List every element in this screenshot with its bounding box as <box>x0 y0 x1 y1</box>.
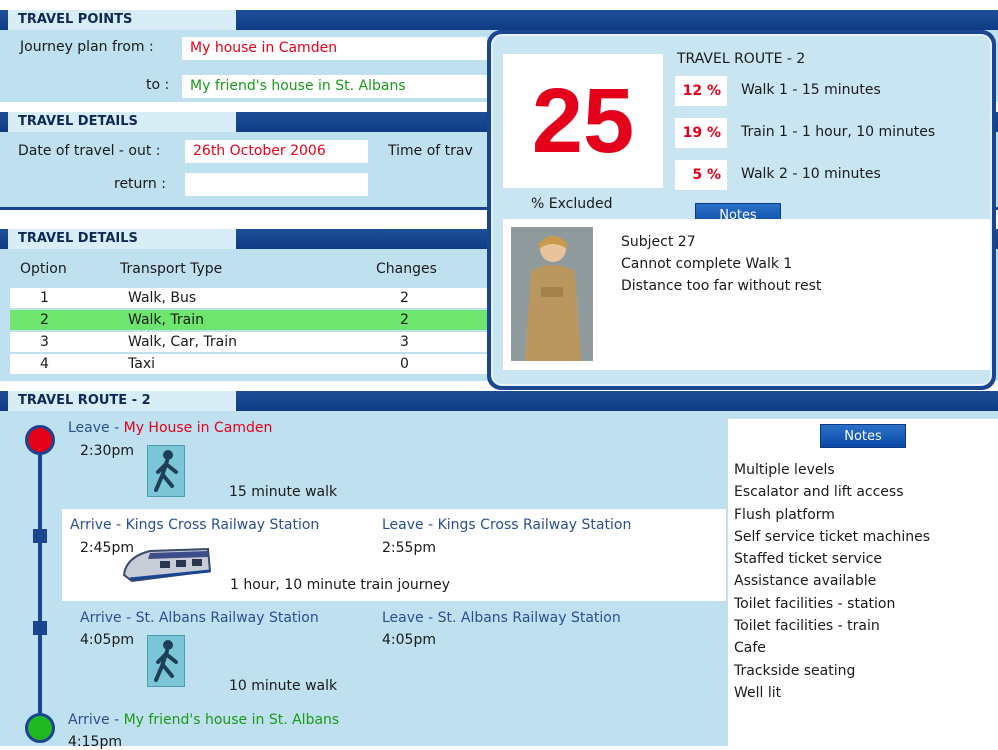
list-item: Assistance available <box>734 573 877 590</box>
list-item: Multiple levels <box>734 462 835 478</box>
row-type: Walk, Train <box>128 312 205 328</box>
arrive-st-albans: Arrive - St. Albans Railway Station <box>80 610 319 626</box>
walking-person-icon <box>147 635 185 687</box>
date-out-field[interactable]: 26th October 2006 <box>185 140 368 163</box>
options-title: TRAVEL DETAILS <box>8 229 236 249</box>
subject-line: Distance too far without rest <box>621 278 822 294</box>
station-notes-button[interactable]: Notes <box>820 424 906 448</box>
train-icon <box>120 541 216 587</box>
station-notes-list: Multiple levels Escalator and lift acces… <box>734 459 930 704</box>
col-header-changes: Changes <box>376 261 437 277</box>
row-type: Walk, Bus <box>128 290 197 306</box>
from-field[interactable]: My house in Camden <box>182 37 487 60</box>
row-option: 2 <box>40 312 49 328</box>
list-item: Toilet facilities - station <box>734 595 896 612</box>
list-item: Cafe <box>734 640 766 657</box>
table-row[interactable]: 3 Walk, Car, Train 3 <box>10 332 488 352</box>
subject-photo <box>511 227 593 361</box>
list-item: Escalator and lift access <box>734 484 904 501</box>
result-route-title: TRAVEL ROUTE - 2 <box>677 51 806 67</box>
route-line <box>38 443 42 723</box>
leg-description: Walk 2 - 10 minutes <box>741 166 881 182</box>
stop-square-icon <box>33 529 47 543</box>
list-item: Self service ticket machines <box>734 528 931 545</box>
row-changes: 0 <box>400 356 409 372</box>
start-dot-icon <box>25 425 55 455</box>
exclusion-result-card: 25 % Excluded TRAVEL ROUTE - 2 12 % Walk… <box>487 30 996 390</box>
subject-notes-text: Subject 27 Cannot complete Walk 1 Distan… <box>621 231 821 297</box>
leg-percent: 19 % <box>675 118 727 148</box>
walk1-label: 15 minute walk <box>229 484 338 500</box>
walking-person-icon <box>147 445 185 497</box>
leave-st-albans-time: 4:05pm <box>382 632 436 648</box>
col-header-option: Option <box>20 261 67 277</box>
row-changes: 3 <box>400 334 409 350</box>
row-type: Walk, Car, Train <box>128 334 238 350</box>
list-item: Well lit <box>734 684 782 701</box>
subject-line: Cannot complete Walk 1 <box>621 256 793 272</box>
leave-start-time: 2:30pm <box>80 443 134 459</box>
return-label: return : <box>114 176 166 192</box>
row-type: Taxi <box>128 356 155 372</box>
travel-points-title: TRAVEL POINTS <box>8 10 236 30</box>
leg-percent: 5 % <box>675 160 727 190</box>
leg-description: Walk 1 - 15 minutes <box>741 82 881 98</box>
arrive-st-albans-time: 4:05pm <box>80 632 134 648</box>
leave-kings-cross: Leave - Kings Cross Railway Station <box>382 517 632 533</box>
leave-st-albans: Leave - St. Albans Railway Station <box>382 610 621 626</box>
end-dot-icon <box>25 713 55 743</box>
table-row[interactable]: 1 Walk, Bus 2 <box>10 288 488 308</box>
subject-notes-box: Subject 27 Cannot complete Walk 1 Distan… <box>503 219 990 370</box>
excluded-label: % Excluded <box>531 196 613 212</box>
route-title: TRAVEL ROUTE - 2 <box>8 391 236 411</box>
row-option: 1 <box>40 290 49 306</box>
list-item: Flush platform <box>734 506 835 523</box>
list-item: Staffed ticket service <box>734 551 882 568</box>
route-panel: TRAVEL ROUTE - 2 Leave - My House in Cam… <box>0 391 998 750</box>
station-notes-box: Notes Multiple levels Escalator and lift… <box>728 419 998 746</box>
col-header-transport: Transport Type <box>120 261 223 277</box>
date-out-label: Date of travel - out : <box>18 143 161 159</box>
list-item: Toilet facilities - train <box>734 618 880 635</box>
stop-square-icon <box>33 621 47 635</box>
row-option: 3 <box>40 334 49 350</box>
leave-kings-cross-time: 2:55pm <box>382 540 436 556</box>
train-journey-label: 1 hour, 10 minute train journey <box>230 577 451 593</box>
time-label: Time of trav <box>388 143 473 159</box>
arrive-final: Arrive - My friend's house in St. Albans <box>68 712 340 728</box>
walk2-label: 10 minute walk <box>229 678 338 694</box>
travel-details-title: TRAVEL DETAILS <box>8 112 236 132</box>
arrive-kings-cross: Arrive - Kings Cross Railway Station <box>70 517 320 533</box>
row-changes: 2 <box>400 312 409 328</box>
result-card-body: 25 % Excluded TRAVEL ROUTE - 2 12 % Walk… <box>491 34 992 386</box>
leg-percent: 12 % <box>675 76 727 106</box>
leave-start: Leave - My House in Camden <box>68 420 273 436</box>
subject-line: Subject 27 <box>621 234 696 250</box>
from-label: Journey plan from : <box>20 39 154 55</box>
to-label: to : <box>146 77 170 93</box>
to-field[interactable]: My friend's house in St. Albans <box>182 75 487 98</box>
excluded-percentage: 25 <box>503 54 663 188</box>
return-field[interactable] <box>185 173 368 196</box>
table-row-selected[interactable]: 2 Walk, Train 2 <box>10 310 488 330</box>
table-row[interactable]: 4 Taxi 0 <box>10 354 488 374</box>
list-item: Trackside seating <box>734 662 856 679</box>
row-option: 4 <box>40 356 49 372</box>
leg-description: Train 1 - 1 hour, 10 minutes <box>741 124 936 140</box>
row-changes: 2 <box>400 290 409 306</box>
arrive-final-time: 4:15pm <box>68 734 122 750</box>
